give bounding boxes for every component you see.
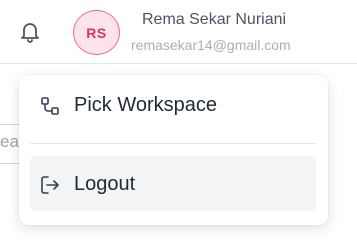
search-input-placeholder: ea — [0, 132, 19, 151]
workspace-switch-icon — [40, 96, 60, 116]
logout-menu-item[interactable]: Logout — [30, 156, 316, 211]
menu-divider — [30, 143, 316, 144]
user-name: Rema Sekar Nuriani — [142, 11, 287, 28]
user-email: remasekar14@gmail.com — [131, 37, 291, 53]
top-header: RS Rema Sekar Nuriani remasekar14@gmail.… — [0, 0, 357, 64]
avatar[interactable]: RS — [73, 10, 120, 55]
logout-icon — [40, 175, 60, 195]
user-dropdown-menu: Pick Workspace Logout — [19, 75, 328, 225]
bell-icon[interactable] — [19, 20, 41, 44]
pick-workspace-label: Pick Workspace — [74, 94, 218, 116]
logout-label: Logout — [74, 173, 136, 195]
pick-workspace-menu-item[interactable]: Pick Workspace — [30, 77, 316, 132]
